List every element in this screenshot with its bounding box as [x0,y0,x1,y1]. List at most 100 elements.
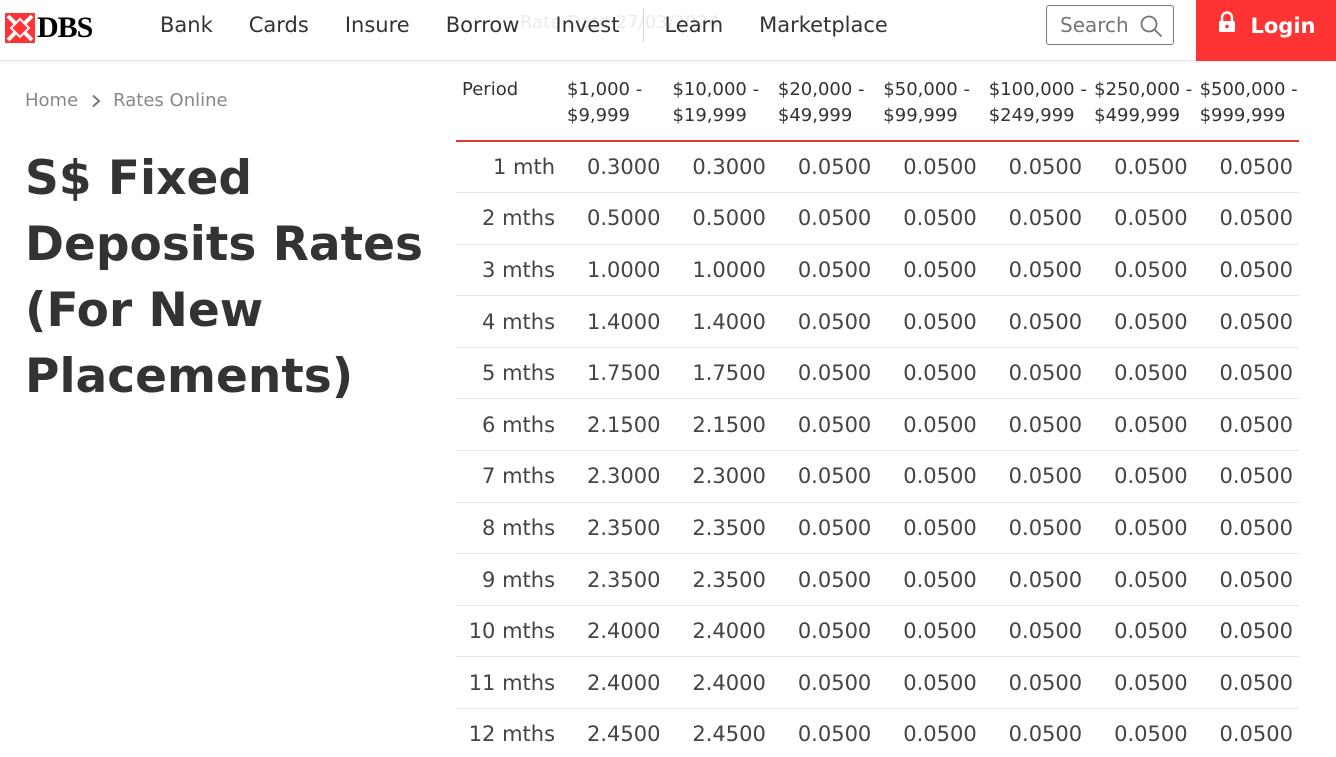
login-button[interactable]: Login [1196,0,1336,61]
period-cell: 4 mths [456,295,562,348]
rate-cell: 0.0500 [982,347,1089,400]
rate-cell: 0.0500 [1088,141,1194,194]
rate-cell: 0.0500 [877,708,983,757]
rate-cell: 0.5000 [666,192,772,245]
rate-cell: 0.0500 [982,553,1089,606]
rate-cell: 0.0500 [877,347,983,400]
rate-cell: 0.0500 [1193,347,1299,400]
header-tier-7: $500,000 - $999,999 [1193,70,1299,142]
table-row: 10 mths 2.4000 2.4000 0.0500 0.0500 0.0500 0.0… [456,605,1299,658]
rate-cell: 0.0500 [982,244,1089,297]
period-cell: 10 mths [456,605,562,658]
period-cell: 6 mths [456,398,562,452]
header-tier-6: $250,000 - $499,999 [1088,70,1194,142]
table-row: 11 mths 2.4000 2.4000 0.0500 0.0500 0.0500 0.0… [456,656,1299,710]
rate-cell: 0.0500 [1088,553,1194,606]
header-tier-3: $20,000 - $49,999 [771,70,878,142]
rate-cell: 1.4000 [666,295,772,348]
rate-cell: 0.0500 [982,398,1089,452]
rate-cell: 0.0500 [982,450,1089,503]
rate-cell: 0.0500 [771,398,878,452]
rate-cell: 0.0500 [771,656,878,710]
rate-cell: 0.0500 [1088,605,1194,658]
rate-cell: 2.3000 [666,450,772,503]
rate-cell: 2.3500 [666,502,772,555]
rate-cell: 0.0500 [1088,244,1194,297]
rate-cell: 2.3500 [561,553,667,606]
table-row: 3 mths 1.0000 1.0000 0.0500 0.0500 0.0500 0.05… [456,244,1299,297]
rate-cell: 0.0500 [877,502,983,555]
rate-cell: 2.1500 [561,398,667,452]
rate-cell: 2.3000 [561,450,667,503]
search-box[interactable]: Search [1046,5,1174,45]
period-cell: 3 mths [456,244,562,297]
rate-cell: 0.3000 [666,141,772,194]
rate-cell: 0.0500 [982,141,1089,194]
rate-cell: 2.4000 [666,605,772,658]
table-row: 4 mths 1.4000 1.4000 0.0500 0.0500 0.0500 0.05… [456,295,1299,348]
dbs-logo[interactable]: DBS [5,10,93,46]
table-row: 2 mths 0.5000 0.5000 0.0500 0.0500 0.0500 0.05… [456,192,1299,245]
rate-cell: 2.3500 [666,553,772,606]
table-row: 7 mths 2.3000 2.3000 0.0500 0.0500 0.0500 0.05… [456,450,1299,503]
rate-cell: 0.0500 [1193,398,1299,452]
rate-cell: 2.4500 [666,708,772,757]
rate-cell: 0.0500 [1088,347,1194,400]
rate-cell: 0.3000 [561,141,667,194]
table-row: 6 mths 2.1500 2.1500 0.0500 0.0500 0.0500 0.05… [456,398,1299,452]
rate-cell: 0.0500 [982,192,1089,245]
rates-table-body: 1 mth 0.3000 0.3000 0.0500 0.0500 0.0500 0.050… [456,141,1299,757]
table-row: 1 mth 0.3000 0.3000 0.0500 0.0500 0.0500 0.050… [456,141,1299,194]
rate-cell: 0.0500 [771,347,878,400]
table-row: 9 mths 2.3500 2.3500 0.0500 0.0500 0.0500 0.05… [456,553,1299,606]
rate-cell: 0.0500 [1088,708,1194,757]
rate-cell: 0.0500 [771,192,878,245]
period-cell: 7 mths [456,450,562,503]
rate-cell: 0.0500 [1088,192,1194,245]
nav-learn[interactable]: Learn [646,0,741,50]
search-icon[interactable] [1139,14,1163,38]
rate-cell: 1.4000 [561,295,667,348]
rate-cell: 0.0500 [771,553,878,606]
rate-cell: 0.0500 [1193,656,1299,710]
rate-cell: 0.0500 [1193,708,1299,757]
rate-cell: 2.1500 [666,398,772,452]
rate-cell: 2.4000 [666,656,772,710]
rate-cell: 0.0500 [982,605,1089,658]
rate-cell: 0.0500 [982,502,1089,555]
rate-cell: 0.0500 [877,192,983,245]
rate-cell: 2.4000 [561,656,667,710]
nav-invest[interactable]: Invest [537,0,637,50]
rate-cell: 0.0500 [982,656,1089,710]
nav-cards[interactable]: Cards [231,0,327,50]
period-cell: 2 mths [456,192,562,245]
rate-cell: 1.0000 [561,244,667,297]
rate-cell: 1.7500 [561,347,667,400]
period-cell: 8 mths [456,502,562,555]
rate-cell: 0.0500 [877,656,983,710]
breadcrumb-current[interactable]: Rates Online [113,90,227,111]
nav-marketplace[interactable]: Marketplace [741,0,906,50]
rate-cell: 0.0500 [982,295,1089,348]
rate-cell: 0.0500 [771,708,878,757]
rate-cell: 0.0500 [771,450,878,503]
breadcrumb-home[interactable]: Home [25,90,78,111]
login-label: Login [1250,13,1316,38]
nav-divider [643,8,645,42]
rate-cell: 0.0500 [877,605,983,658]
rate-cell: 0.0500 [1088,450,1194,503]
header-period: Period [456,70,562,142]
table-row: 8 mths 2.3500 2.3500 0.0500 0.0500 0.0500 0.05… [456,502,1299,555]
rate-cell: 0.0500 [1088,502,1194,555]
nav-borrow[interactable]: Borrow [428,0,538,50]
rate-cell: 0.0500 [982,708,1089,757]
rate-cell: 0.0500 [1193,141,1299,194]
rate-cell: 0.0500 [1193,295,1299,348]
nav-bank[interactable]: Bank [142,0,231,50]
search-placeholder: Search [1060,13,1129,37]
nav-insure[interactable]: Insure [327,0,428,50]
rate-cell: 0.0500 [1193,605,1299,658]
page-title: S$ Fixed Deposits Rates (For New Placeme… [25,151,423,404]
period-cell: 1 mth [456,141,562,194]
rate-cell: 2.4500 [561,708,667,757]
